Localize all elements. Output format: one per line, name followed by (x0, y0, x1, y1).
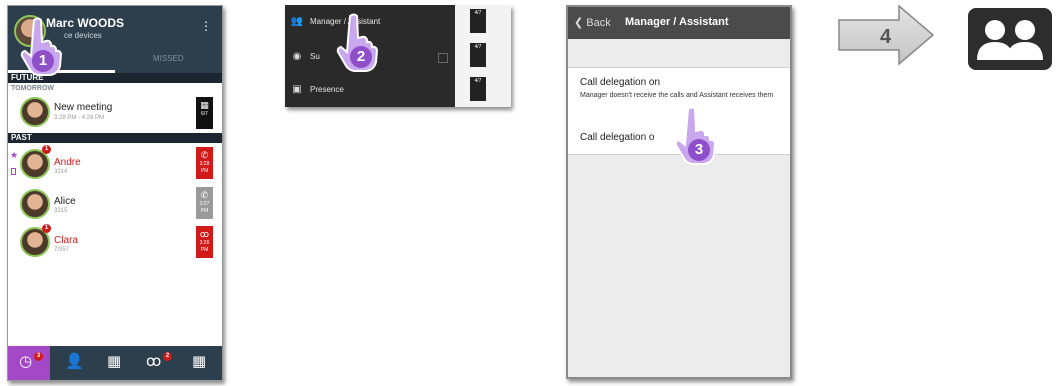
calendar-tile: 4/7 (470, 77, 486, 101)
side-menu-panel: 👥 Manager / Assistant ◉ Su ▣ Presence 4/… (285, 5, 511, 107)
missed-badge: 1 (42, 145, 51, 154)
step-number: 3 (688, 139, 710, 161)
user-status: ce devices (64, 31, 102, 40)
option-description: Manager doesn't receive the calls and As… (580, 92, 774, 99)
voicemail-icon: ꝏ (199, 229, 210, 239)
manager-assistant-screen: ❮ Back Manager / Assistant Call delegati… (566, 5, 792, 379)
missed-call-icon: ✆ (200, 150, 209, 160)
call-icon: ✆ (200, 190, 209, 200)
tab-missed[interactable]: MISSED (153, 54, 184, 63)
contacts-icon (968, 8, 1052, 70)
section-tomorrow: TOMORROW (11, 85, 55, 92)
meeting-avatar (20, 97, 50, 127)
call-ampm: PM (200, 168, 209, 174)
page-title: Manager / Assistant (625, 16, 729, 28)
star-icon: ★ (10, 150, 19, 160)
contact-name: Alice (54, 196, 76, 207)
calendar-icon: ▦ (200, 100, 209, 110)
menu-item-presence[interactable]: ▣ Presence (285, 75, 455, 105)
avatar (20, 189, 50, 219)
calendar-tile[interactable]: ▦ 6/7 (196, 97, 213, 129)
contact-card-icon: ▣ (292, 84, 302, 95)
clock-icon: ◷ (19, 353, 33, 370)
checkbox[interactable] (438, 53, 448, 63)
step-number: 2 (350, 46, 372, 68)
people-icon (977, 20, 1043, 60)
dialpad-icon[interactable]: ▦ (107, 354, 121, 370)
pointer-hand-step-2: 2 (332, 12, 382, 72)
eye-icon: ◉ (292, 51, 302, 62)
voicemail-badge: 2 (163, 352, 172, 361)
contact-name: Andre (54, 157, 81, 168)
nav-history[interactable]: ◷ 3 (8, 346, 50, 380)
nav-bar: ❮ Back Manager / Assistant (568, 7, 790, 39)
more-menu-icon[interactable]: ⋮ (200, 19, 212, 33)
calendar-tile: 4/7 (470, 9, 486, 33)
contacts-nav-icon[interactable]: 👤 (65, 354, 84, 370)
pointer-hand-step-3: 3 (670, 105, 720, 165)
pointer-hand-step-1: 1 (16, 16, 66, 76)
menu-item-label: Presence (310, 85, 344, 94)
back-label: Back (586, 17, 611, 29)
section-past: PAST (8, 133, 222, 143)
call-time: 3:28 (199, 161, 210, 167)
contact-number: 3315 (54, 208, 68, 214)
option-title: Call delegation o (580, 132, 655, 143)
bottom-nav: ◷ 3 👤 ▦ ꝏ 2 ▦ (8, 346, 222, 380)
step-number: 1 (32, 50, 54, 72)
chevron-left-icon: ❮ (574, 17, 584, 29)
step-number: 4 (880, 26, 892, 48)
contact-number: 3314 (54, 169, 68, 175)
voicemail-tile[interactable]: ꝏ 3:26 PM (196, 226, 213, 258)
calendar-tile: 4/7 (470, 43, 486, 67)
voicemail-nav-icon[interactable]: ꝏ (146, 354, 161, 370)
call-tile[interactable]: ✆ 3:27 PM (196, 187, 213, 219)
menu-item-label: Su (310, 52, 320, 61)
calendar-nav-icon[interactable]: ▦ (192, 354, 206, 370)
call-ampm: PM (200, 247, 209, 253)
option-title: Call delegation on (580, 77, 661, 88)
meeting-time: 3:28 PM - 4:28 PM (54, 115, 105, 121)
back-button[interactable]: ❮ Back (574, 16, 611, 29)
people-icon: 👥 (290, 16, 304, 27)
call-tile[interactable]: ✆ 3:28 PM (196, 147, 213, 179)
contact-number: 7/357 (54, 247, 70, 253)
contact-name: Clara (54, 235, 78, 246)
call-time: 3:26 (199, 240, 210, 246)
meeting-date: 6/7 (201, 111, 208, 117)
call-time: 3:27 (199, 201, 210, 207)
mobile-icon (11, 168, 16, 175)
meeting-title: New meeting (54, 102, 113, 113)
call-ampm: PM (200, 208, 209, 214)
history-badge: 3 (34, 352, 43, 361)
missed-badge: 1 (42, 224, 51, 233)
